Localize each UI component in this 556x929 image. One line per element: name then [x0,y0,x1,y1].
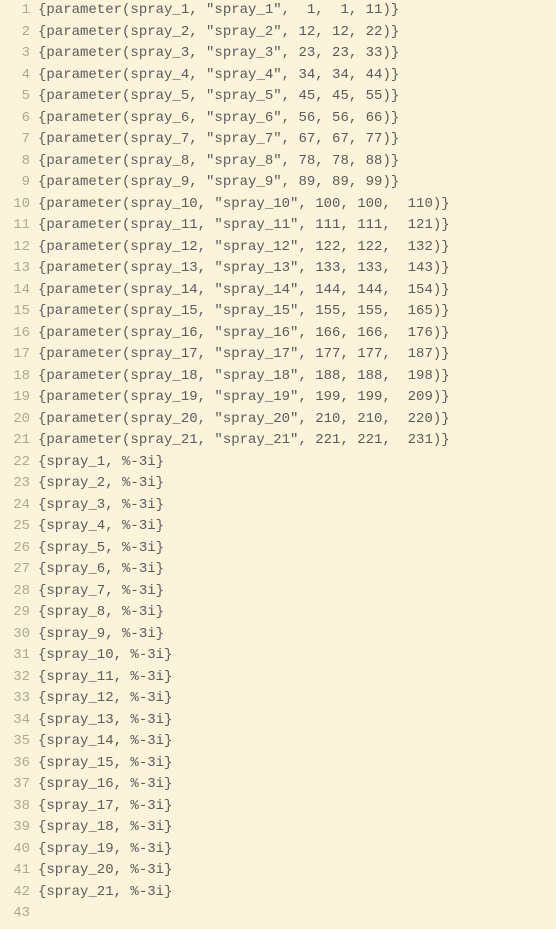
code-line: {parameter(spray_17, "spray_17", 177, 17… [38,344,556,366]
line-number: 3 [0,43,30,65]
code-line: {spray_5, %-3i} [38,538,556,560]
code-line: {spray_21, %-3i} [38,882,556,904]
code-line [38,903,556,925]
code-editor: 1234567891011121314151617181920212223242… [0,0,556,929]
code-line: {parameter(spray_11, "spray_11", 111, 11… [38,215,556,237]
code-line: {parameter(spray_8, "spray_8", 78, 78, 8… [38,151,556,173]
line-number: 13 [0,258,30,280]
code-line: {spray_16, %-3i} [38,774,556,796]
line-number: 32 [0,667,30,689]
code-line: {parameter(spray_7, "spray_7", 67, 67, 7… [38,129,556,151]
code-line: {parameter(spray_14, "spray_14", 144, 14… [38,280,556,302]
line-number: 39 [0,817,30,839]
code-line: {spray_15, %-3i} [38,753,556,775]
line-number: 36 [0,753,30,775]
line-number: 28 [0,581,30,603]
code-line: {spray_1, %-3i} [38,452,556,474]
line-number: 2 [0,22,30,44]
line-number: 24 [0,495,30,517]
code-line: {parameter(spray_19, "spray_19", 199, 19… [38,387,556,409]
line-number: 42 [0,882,30,904]
line-number: 33 [0,688,30,710]
line-number: 17 [0,344,30,366]
line-number: 29 [0,602,30,624]
line-number: 8 [0,151,30,173]
line-number-gutter: 1234567891011121314151617181920212223242… [0,0,38,929]
line-number: 27 [0,559,30,581]
line-number: 43 [0,903,30,925]
code-line: {spray_9, %-3i} [38,624,556,646]
code-line: {parameter(spray_5, "spray_5", 45, 45, 5… [38,86,556,108]
code-line: {parameter(spray_21, "spray_21", 221, 22… [38,430,556,452]
code-line: {parameter(spray_15, "spray_15", 155, 15… [38,301,556,323]
code-line: {spray_12, %-3i} [38,688,556,710]
code-line: {spray_17, %-3i} [38,796,556,818]
code-line: {parameter(spray_18, "spray_18", 188, 18… [38,366,556,388]
line-number: 26 [0,538,30,560]
code-line: {parameter(spray_1, "spray_1", 1, 1, 11)… [38,0,556,22]
code-line: {spray_3, %-3i} [38,495,556,517]
code-line: {spray_14, %-3i} [38,731,556,753]
code-line: {parameter(spray_6, "spray_6", 56, 56, 6… [38,108,556,130]
code-line: {spray_13, %-3i} [38,710,556,732]
code-line: {parameter(spray_2, "spray_2", 12, 12, 2… [38,22,556,44]
line-number: 30 [0,624,30,646]
line-number: 9 [0,172,30,194]
line-number: 6 [0,108,30,130]
line-number: 4 [0,65,30,87]
line-number: 16 [0,323,30,345]
code-line: {spray_19, %-3i} [38,839,556,861]
code-line: {parameter(spray_12, "spray_12", 122, 12… [38,237,556,259]
line-number: 22 [0,452,30,474]
code-line: {spray_4, %-3i} [38,516,556,538]
line-number: 18 [0,366,30,388]
line-number: 25 [0,516,30,538]
line-number: 34 [0,710,30,732]
line-number: 10 [0,194,30,216]
code-line: {spray_10, %-3i} [38,645,556,667]
line-number: 11 [0,215,30,237]
code-line: {spray_6, %-3i} [38,559,556,581]
line-number: 35 [0,731,30,753]
line-number: 19 [0,387,30,409]
code-line: {spray_20, %-3i} [38,860,556,882]
line-number: 23 [0,473,30,495]
code-line: {parameter(spray_20, "spray_20", 210, 21… [38,409,556,431]
code-line: {parameter(spray_3, "spray_3", 23, 23, 3… [38,43,556,65]
line-number: 41 [0,860,30,882]
line-number: 31 [0,645,30,667]
code-line: {spray_18, %-3i} [38,817,556,839]
line-number: 37 [0,774,30,796]
code-line: {parameter(spray_16, "spray_16", 166, 16… [38,323,556,345]
code-line: {spray_11, %-3i} [38,667,556,689]
code-line: {parameter(spray_13, "spray_13", 133, 13… [38,258,556,280]
line-number: 38 [0,796,30,818]
code-line: {spray_8, %-3i} [38,602,556,624]
line-number: 7 [0,129,30,151]
code-line: {spray_7, %-3i} [38,581,556,603]
line-number: 20 [0,409,30,431]
line-number: 12 [0,237,30,259]
line-number: 5 [0,86,30,108]
code-line: {parameter(spray_9, "spray_9", 89, 89, 9… [38,172,556,194]
line-number: 1 [0,0,30,22]
line-number: 15 [0,301,30,323]
line-number: 14 [0,280,30,302]
line-number: 40 [0,839,30,861]
code-line: {spray_2, %-3i} [38,473,556,495]
code-line: {parameter(spray_10, "spray_10", 100, 10… [38,194,556,216]
code-area[interactable]: {parameter(spray_1, "spray_1", 1, 1, 11)… [38,0,556,929]
code-line: {parameter(spray_4, "spray_4", 34, 34, 4… [38,65,556,87]
line-number: 21 [0,430,30,452]
